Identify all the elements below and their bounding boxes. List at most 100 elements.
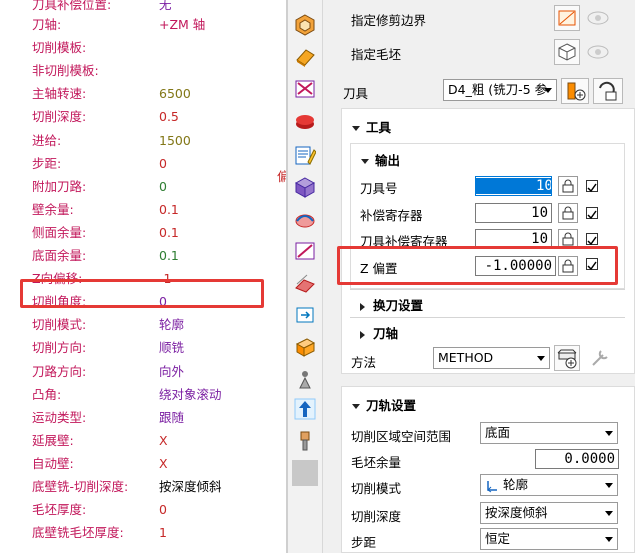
param-label: 进给: — [32, 132, 62, 148]
edit-icon[interactable] — [292, 142, 318, 168]
param-value: 6500 — [159, 86, 191, 102]
param-value: 跟随 — [159, 409, 185, 425]
tool-select[interactable]: D4_粗 (铣刀-5 参 — [443, 79, 557, 101]
param-label: 刀路方向: — [32, 363, 87, 379]
tool-number-checkbox[interactable] — [586, 180, 598, 193]
param-value: 绕对象滚动 — [159, 386, 222, 402]
param-value: X — [159, 455, 168, 471]
tool-change-title: 换刀设置 — [373, 298, 424, 313]
method-select[interactable]: METHOD — [433, 347, 550, 369]
param-label: 主轴转速: — [32, 86, 87, 102]
param-value: 0.1 — [159, 224, 179, 240]
trim-boundary-button[interactable] — [554, 5, 580, 31]
blank-stock-label: 毛坯余量 — [351, 455, 402, 470]
param-value: 0.1 — [159, 248, 179, 263]
blank-stock-field[interactable]: 0.0000 — [535, 449, 619, 469]
boundary-icon[interactable] — [292, 76, 318, 102]
cut-depth-select[interactable]: 按深度倾斜 — [480, 502, 618, 524]
blank-select-button[interactable] — [554, 39, 580, 65]
param-value: 1 — [159, 525, 167, 541]
adjust-register-field[interactable]: 10 — [475, 203, 552, 223]
blank-label: 指定毛坯 — [351, 47, 402, 62]
cube-icon[interactable] — [292, 174, 318, 200]
cut-depth-value: 按深度倾斜 — [485, 505, 548, 520]
blank-display-button[interactable] — [585, 39, 611, 65]
tool-section-title: 工具 — [366, 120, 392, 135]
param-value: 轮廓 — [159, 317, 185, 333]
param-value: 0 — [159, 178, 167, 194]
floor-icon[interactable] — [292, 270, 318, 296]
lock-icon[interactable] — [558, 176, 578, 196]
hexagon-icon[interactable] — [292, 12, 318, 38]
stepover-label: 步距 — [351, 535, 377, 550]
parameter-list: 刀具补偿位置: 无刀轴: +ZM 轴切削模板: 非切削模板: 主轴转速: 6500 切削深度… — [0, 0, 285, 553]
chevron-down-icon — [605, 511, 613, 516]
edit-method-button[interactable] — [587, 345, 613, 371]
new-tool-button[interactable] — [561, 78, 589, 104]
param-value: 0.5 — [159, 109, 179, 125]
param-label: 自动壁: — [32, 455, 74, 471]
trim-boundary-label: 指定修剪边界 — [351, 13, 427, 28]
param-label: 刀轴: — [32, 17, 62, 32]
lock-icon[interactable] — [558, 203, 578, 223]
param-label: 切削模板: — [32, 40, 87, 56]
param-value: 按深度倾斜 — [159, 479, 222, 494]
param-value: 顺铣 — [159, 340, 185, 356]
arrow-up-icon[interactable] — [292, 396, 318, 422]
trim-icon[interactable] — [292, 238, 318, 264]
operation-toolbar — [288, 0, 323, 553]
collapse-icon — [352, 126, 360, 131]
param-value: 0 — [159, 502, 167, 518]
tool-section-header[interactable]: 工具 — [352, 117, 391, 136]
tool-change-header[interactable]: 换刀设置 — [360, 295, 423, 314]
import-icon[interactable] — [292, 302, 318, 328]
stepover-value: 恒定 — [485, 531, 511, 546]
path-settings-header[interactable]: 刀轨设置 — [352, 395, 416, 414]
param-label: 底面余量: — [32, 248, 87, 263]
profile-icon — [487, 480, 497, 492]
param-label: 底壁铣-切削深度: — [32, 479, 129, 494]
expand-icon — [360, 302, 365, 311]
path-settings-title: 刀轨设置 — [366, 398, 417, 413]
collapse-icon — [361, 159, 369, 164]
param-label: 壁余量: — [32, 201, 74, 217]
tool-holder-icon[interactable] — [292, 428, 318, 454]
divider — [350, 289, 625, 290]
output-header[interactable]: 输出 — [361, 150, 400, 169]
red-part-icon[interactable] — [292, 108, 318, 134]
edit-tool-button[interactable] — [593, 78, 623, 104]
tool-axis-title: 刀轴 — [373, 326, 399, 341]
stepover-select[interactable]: 恒定 — [480, 528, 618, 550]
cut-pattern-select[interactable]: 轮廓 — [480, 474, 618, 496]
param-value: X — [159, 432, 168, 448]
chevron-down-icon — [544, 88, 552, 93]
cut-region-select[interactable]: 底面 — [480, 422, 618, 444]
expand-icon — [360, 330, 365, 339]
z-offset-dialog-highlight — [337, 246, 618, 285]
divider — [350, 317, 625, 318]
path-icon[interactable] — [292, 206, 318, 232]
block-icon[interactable] — [292, 44, 318, 70]
param-value: 0.1 — [159, 201, 179, 217]
box-icon[interactable] — [292, 334, 318, 360]
method-label: 方法 — [351, 355, 377, 370]
adjust-register-checkbox[interactable] — [586, 207, 598, 220]
param-label: 底壁铣毛坯厚度: — [32, 525, 124, 541]
param-label: 非切削模板: — [32, 63, 99, 79]
tool-axis-header[interactable]: 刀轴 — [360, 323, 398, 342]
cutcom-register-checkbox[interactable] — [586, 233, 598, 246]
param-label: 毛坯厚度: — [32, 502, 87, 518]
tool-number-field[interactable]: 10 — [475, 176, 552, 196]
param-label: 凸角: — [32, 386, 62, 402]
trim-boundary-display-button[interactable] — [585, 5, 611, 31]
param-value: 向外 — [159, 363, 185, 379]
cut-pattern-label: 切削模式 — [351, 481, 402, 496]
tool-number-value: 10 — [476, 178, 551, 194]
new-method-button[interactable] — [554, 345, 580, 371]
figure-icon[interactable] — [292, 366, 318, 392]
param-label: 附加刀路: — [32, 178, 87, 194]
output-label-adjust-register: 补偿寄存器 — [360, 208, 423, 223]
chevron-down-icon — [605, 483, 613, 488]
param-value: 1500 — [159, 132, 191, 148]
cut-region-value: 底面 — [485, 425, 511, 440]
